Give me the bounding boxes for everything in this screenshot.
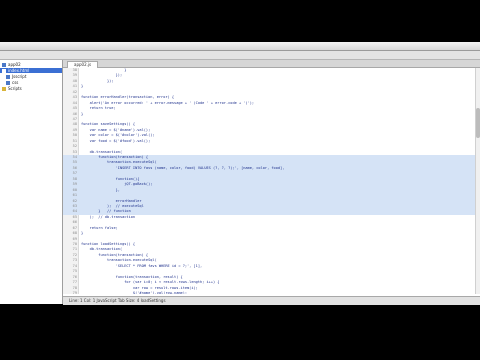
menu-bar bbox=[0, 42, 480, 51]
scrollbar-thumb[interactable] bbox=[476, 108, 480, 138]
code-line[interactable]: 79 $('#name').val(row.name); bbox=[63, 291, 480, 294]
line-number: 79 bbox=[72, 290, 77, 294]
tree-item-project[interactable]: app02 bbox=[2, 62, 21, 67]
code-area[interactable]: 38 } 39 }); 40 }); 41} 42 43 function errorHan… bbox=[63, 68, 480, 294]
folder-icon bbox=[2, 63, 6, 67]
folder-icon bbox=[6, 81, 10, 85]
code-editor[interactable]: app02.js 38 } 39 }); 40 }); 41} 42 43 function… bbox=[63, 60, 480, 305]
project-sidebar: app02 index.html Jsscript css Scripts bbox=[0, 60, 63, 304]
tree-item-folder[interactable]: css bbox=[6, 80, 18, 85]
toolbar bbox=[0, 51, 480, 60]
tree-item-folder[interactable]: Scripts bbox=[2, 86, 22, 91]
code-text: $('#name').val(row.name); bbox=[81, 290, 188, 294]
tree-item-folder[interactable]: Jsscript bbox=[6, 74, 26, 79]
vertical-scrollbar[interactable] bbox=[475, 68, 480, 294]
editor-window: app02 index.html Jsscript css Scripts ap… bbox=[0, 42, 480, 305]
status-bar: Line: 1 Col: 1 JavaScript Tab Size: 4 lo… bbox=[63, 296, 480, 305]
tab-app-js[interactable]: app02.js bbox=[67, 61, 99, 68]
folder-icon bbox=[6, 75, 10, 79]
tab-bar: app02.js bbox=[63, 60, 480, 68]
file-icon bbox=[2, 69, 6, 73]
tree-item-file[interactable]: index.html bbox=[0, 68, 62, 73]
status-text: Line: 1 Col: 1 JavaScript Tab Size: 4 lo… bbox=[69, 298, 166, 303]
folder-icon bbox=[2, 87, 6, 91]
